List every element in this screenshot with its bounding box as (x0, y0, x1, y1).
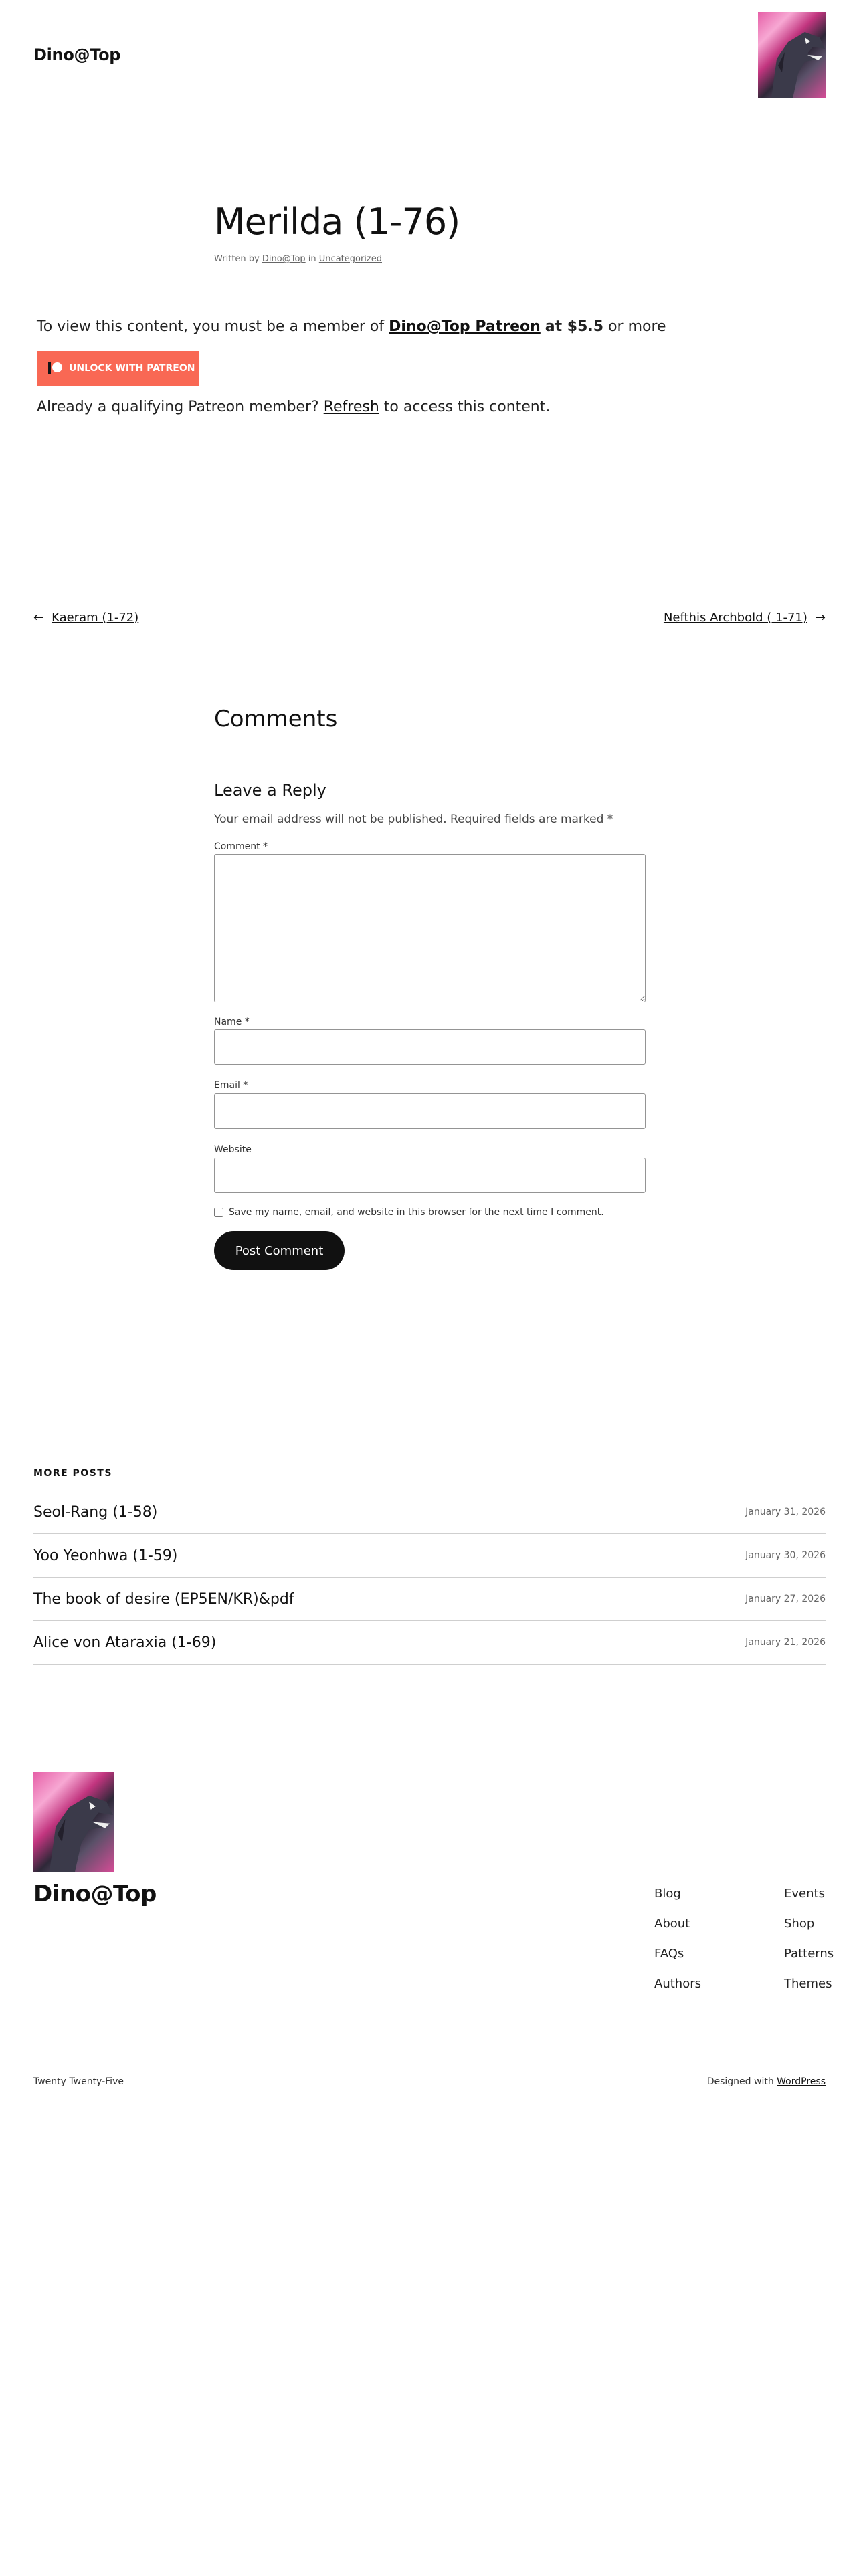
author-link[interactable]: Dino@Top (262, 254, 306, 264)
more-post-link[interactable]: Seol-Rang (1-58) (33, 1504, 157, 1521)
next-post-link[interactable]: Nefthis Archbold ( 1-71) (664, 611, 807, 625)
arrow-left-icon: ← (33, 611, 44, 625)
footer-link-patterns[interactable]: Patterns (784, 1947, 834, 1961)
name-input[interactable] (214, 1029, 646, 1065)
dragon-avatar-icon (49, 1795, 113, 1872)
view-prefix: To view this content, you must be a memb… (37, 318, 385, 335)
arrow-right-icon: → (815, 611, 826, 625)
more-post-link[interactable]: Alice von Ataraxia (1-69) (33, 1634, 216, 1651)
previous-post-nav: ← Kaeram (1-72) (33, 611, 138, 625)
view-suffix: or more (608, 318, 666, 335)
save-info-label: Save my name, email, and website in this… (229, 1207, 604, 1218)
more-post-date: January 31, 2026 (745, 1507, 826, 1517)
more-post-date: January 30, 2026 (745, 1550, 826, 1561)
wordpress-link[interactable]: WordPress (777, 2076, 826, 2087)
save-info-row: Save my name, email, and website in this… (214, 1207, 604, 1218)
more-posts-heading: MORE POSTS (33, 1468, 112, 1479)
website-label: Website (214, 1144, 252, 1155)
site-logo[interactable] (758, 12, 826, 98)
more-post-date: January 21, 2026 (745, 1637, 826, 1648)
dragon-avatar-icon (771, 32, 825, 98)
footer-link-blog[interactable]: Blog (654, 1887, 681, 1901)
category-link[interactable]: Uncategorized (319, 254, 382, 264)
more-post-date: January 27, 2026 (745, 1594, 826, 1604)
patreon-icon (47, 361, 62, 376)
designed-prefix: Designed with (706, 2076, 774, 2087)
save-info-checkbox[interactable] (214, 1208, 223, 1217)
next-post-nav: Nefthis Archbold ( 1-71) → (664, 611, 826, 625)
footer-link-faqs[interactable]: FAQs (654, 1947, 684, 1961)
footer-link-about[interactable]: About (654, 1917, 690, 1931)
comment-textarea[interactable] (214, 854, 646, 1002)
list-item: The book of desire (EP5EN/KR)&pdf Januar… (33, 1578, 826, 1621)
more-post-link[interactable]: Yoo Yeonhwa (1-59) (33, 1547, 177, 1564)
comment-notes: Your email address will not be published… (214, 813, 613, 826)
footer-site-title[interactable]: Dino@Top (33, 1881, 157, 1907)
already-member-message: Already a qualifying Patreon member? Ref… (37, 399, 550, 415)
post-meta: Written by Dino@Top in Uncategorized (214, 254, 382, 264)
email-label: Email * (214, 1080, 248, 1091)
footer-link-themes[interactable]: Themes (784, 1977, 832, 1991)
name-label: Name * (214, 1016, 250, 1027)
comment-label: Comment * (214, 841, 268, 852)
meta-in: in (308, 254, 316, 264)
post-comment-button[interactable]: Post Comment (214, 1231, 345, 1270)
theme-credit: Twenty Twenty-Five (33, 2076, 124, 2087)
footer-link-authors[interactable]: Authors (654, 1977, 701, 1991)
meta-prefix: Written by (214, 254, 260, 264)
footer-link-events[interactable]: Events (784, 1887, 825, 1901)
list-item: Alice von Ataraxia (1-69) January 21, 20… (33, 1621, 826, 1665)
previous-post-link[interactable]: Kaeram (1-72) (52, 611, 138, 625)
unlock-with-patreon-button[interactable]: UNLOCK WITH PATREON (37, 351, 199, 386)
refresh-link[interactable]: Refresh (324, 399, 379, 415)
more-post-link[interactable]: The book of desire (EP5EN/KR)&pdf (33, 1591, 294, 1608)
post-title: Merilda (1-76) (214, 201, 460, 243)
patreon-link[interactable]: Dino@Top Patreon (389, 318, 541, 335)
footer-link-shop[interactable]: Shop (784, 1917, 814, 1931)
comments-heading: Comments (214, 706, 338, 732)
list-item: Seol-Rang (1-58) January 31, 2026 (33, 1491, 826, 1534)
designed-with-credit: Designed with WordPress (707, 2076, 826, 2087)
already-prefix: Already a qualifying Patreon member? (37, 399, 319, 415)
email-input[interactable] (214, 1093, 646, 1129)
reply-heading: Leave a Reply (214, 781, 326, 800)
locked-content-message: To view this content, you must be a memb… (37, 318, 666, 335)
patreon-price: at $5.5 (545, 318, 604, 335)
website-input[interactable] (214, 1158, 646, 1193)
site-title[interactable]: Dino@Top (33, 45, 120, 64)
list-item: Yoo Yeonhwa (1-59) January 30, 2026 (33, 1534, 826, 1578)
already-suffix: to access this content. (383, 399, 551, 415)
unlock-label: UNLOCK WITH PATREON (69, 363, 195, 374)
footer-logo[interactable] (33, 1772, 114, 1872)
